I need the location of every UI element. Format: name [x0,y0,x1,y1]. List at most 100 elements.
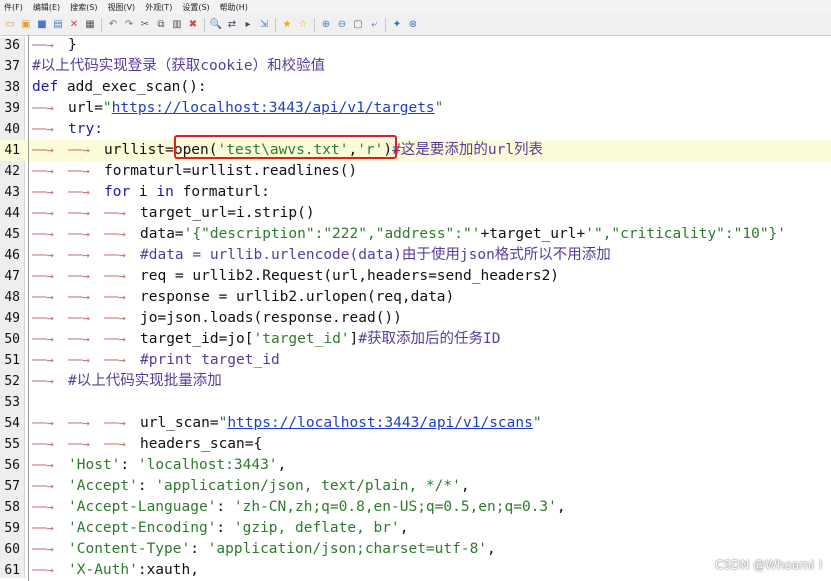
menu-item-4[interactable]: 外观(T) [145,2,172,13]
code-line[interactable]: 41 ──→ ──→ urllist=open('test\awvs.txt','r'… [0,140,831,161]
wrap-icon[interactable]: ⤶ [368,19,380,31]
copy-icon[interactable]: ⧉ [155,19,167,31]
zoom-in-icon[interactable]: ⊕ [320,19,332,31]
code-line[interactable]: 39 ──→ url="https://localhost:3443/api/v1/… [0,98,831,119]
menu-bar: 件(F) 编辑(E) 搜索(S) 视图(V) 外观(T) 设置(S) 帮助(H) [0,0,831,14]
code-line[interactable]: 49 ──→ ──→ ──→ jo=json.loads(response.read()… [0,308,831,329]
code-line[interactable]: 45 ──→ ──→ ──→ data='{"description":"222","a… [0,224,831,245]
open-icon[interactable]: ▣ [20,19,32,31]
saveall-icon[interactable]: ▤ [52,19,64,31]
fullscreen-icon[interactable]: ▢ [352,19,364,31]
tab-arrow-icon: ──→ [104,353,126,367]
code-line[interactable]: 58 ──→ 'Accept-Language': 'zh-CN,zh;q=0.8,… [0,497,831,518]
code-token: 'Accept-Encoding' [68,520,217,536]
fold-guide [28,140,29,161]
plugin-icon[interactable]: ⊛ [407,19,419,31]
undo-icon[interactable]: ↶ [107,19,119,31]
pin-icon[interactable]: ✦ [391,19,403,31]
code-line[interactable]: 50 ──→ ──→ ──→ target_id=jo['target_id']#获取添… [0,329,831,350]
code-line[interactable]: 54 ──→ ──→ ──→ url_scan="https://localhost:3… [0,413,831,434]
line-number: 54 [4,416,20,431]
code-line[interactable]: 59 ──→ 'Accept-Encoding': 'gzip, deflate, … [0,518,831,539]
tab-arrow-icon: ──→ [104,248,126,262]
tab-arrow-icon: ──→ [68,185,90,199]
code-line[interactable]: 37 #以上代码实现登录（获取cookie）和校验值 [0,56,831,77]
code-line[interactable]: 52 ──→ #以上代码实现批量添加 [0,371,831,392]
print-icon[interactable]: ▦ [84,19,96,31]
code-line[interactable]: 36 ──→} [0,35,831,56]
code-token: ] [349,331,359,347]
code-line[interactable]: 46 ──→ ──→ ──→ #data = urllib.urlencode(data… [0,245,831,266]
code-line[interactable]: 42 ──→ ──→ formaturl=urllist.readlines() [0,161,831,182]
code-line[interactable]: 48 ──→ ──→ ──→ response = urllib2.urlopen(re… [0,287,831,308]
replace-icon[interactable]: ⇄ [226,19,238,31]
tab-arrow-icon: ──→ [68,416,90,430]
menu-item-5[interactable]: 设置(S) [182,2,209,13]
menu-item-6[interactable]: 帮助(H) [220,2,248,13]
bookmark-next-icon[interactable]: ☆ [297,19,309,31]
code-token: 'Content-Type' [68,541,191,557]
code-line[interactable]: 40 ──→ try: [0,119,831,140]
fold-guide [28,518,29,539]
menu-item-3[interactable]: 视图(V) [107,2,135,13]
code-token: } [68,37,77,53]
code-line[interactable]: 44 ──→ ──→ ──→ target_url=i.strip() [0,203,831,224]
redo-icon[interactable]: ↷ [123,19,135,31]
line-number: 50 [4,332,20,347]
tab-arrow-icon: ──→ [32,101,54,115]
line-number: 48 [4,290,20,305]
fold-guide [28,413,29,434]
tab-arrow-icon: ──→ [104,416,126,430]
line-number: 40 [4,122,20,137]
bookmark-icon[interactable]: ★ [281,19,293,31]
tab-arrow-icon: ──→ [32,311,54,325]
code-token: , [460,478,470,494]
code-line[interactable]: 43 ──→ ──→ for i in formaturl: [0,182,831,203]
code-token: : [216,520,234,536]
new-icon[interactable]: ▭ [4,19,16,31]
code-token: 'gzip, deflate, br' [233,520,400,536]
code-line[interactable]: 53 [0,392,831,413]
code-editor[interactable]: 36 ──→} 37 #以上代码实现登录（获取cookie）和校验值 38 def add… [0,35,831,581]
tab-arrow-icon: ──→ [32,437,54,451]
code-line[interactable]: 56 ──→ 'Host': 'localhost:3443', [0,455,831,476]
code-token: formaturl: [182,184,270,200]
tab-arrow-icon: ──→ [32,521,54,535]
code-line[interactable]: 51 ──→ ──→ ──→ #print target_id [0,350,831,371]
tab-arrow-icon: ──→ [32,164,54,178]
code-token: 'target_id' [253,331,350,347]
code-token: url_scan= [140,415,219,431]
close-icon[interactable]: ✕ [68,19,80,31]
menu-item-1[interactable]: 编辑(E) [33,2,60,13]
goto-icon[interactable]: ⇲ [258,19,270,31]
code-token: 'application/json;charset=utf-8' [207,541,488,557]
code-token: : [137,478,156,494]
tab-arrow-icon: ──→ [68,143,90,157]
code-line[interactable]: 55 ──→ ──→ ──→ headers_scan={ [0,434,831,455]
code-line[interactable]: 38 def add_exec_scan(): [0,77,831,98]
code-line[interactable]: 57 ──→ 'Accept': 'application/json, text/p… [0,476,831,497]
fold-guide [28,224,29,245]
line-number: 51 [4,353,20,368]
paste-icon[interactable]: ▥ [171,19,183,31]
findnext-icon[interactable]: ▸ [242,19,254,31]
menu-item-2[interactable]: 搜索(S) [70,2,97,13]
code-token: jo=json.loads(response.read()) [140,310,402,326]
code-line[interactable]: 60 ──→ 'Content-Type': 'application/json;c… [0,539,831,560]
find-icon[interactable]: 🔍 [210,19,222,31]
save-icon[interactable]: ■ [36,19,48,31]
menu-item-0[interactable]: 件(F) [4,2,23,13]
code-line[interactable]: 47 ──→ ──→ ──→ req = urllib2.Request(url,hea… [0,266,831,287]
code-text: ──→ ──→ ──→ data='{"description":"222","add… [32,224,786,245]
tab-arrow-icon: ──→ [68,248,90,262]
zoom-out-icon[interactable]: ⊖ [336,19,348,31]
cut-icon[interactable]: ✂ [139,19,151,31]
tab-arrow-icon: ──→ [32,185,54,199]
fold-guide [28,182,29,203]
delete-icon[interactable]: ✖ [187,19,199,31]
code-token: , [556,499,566,515]
code-token: try: [68,121,103,137]
toolbar-separator [204,17,205,32]
code-text: ──→ #以上代码实现批量添加 [32,371,222,392]
code-token: 'Host' [68,457,121,473]
